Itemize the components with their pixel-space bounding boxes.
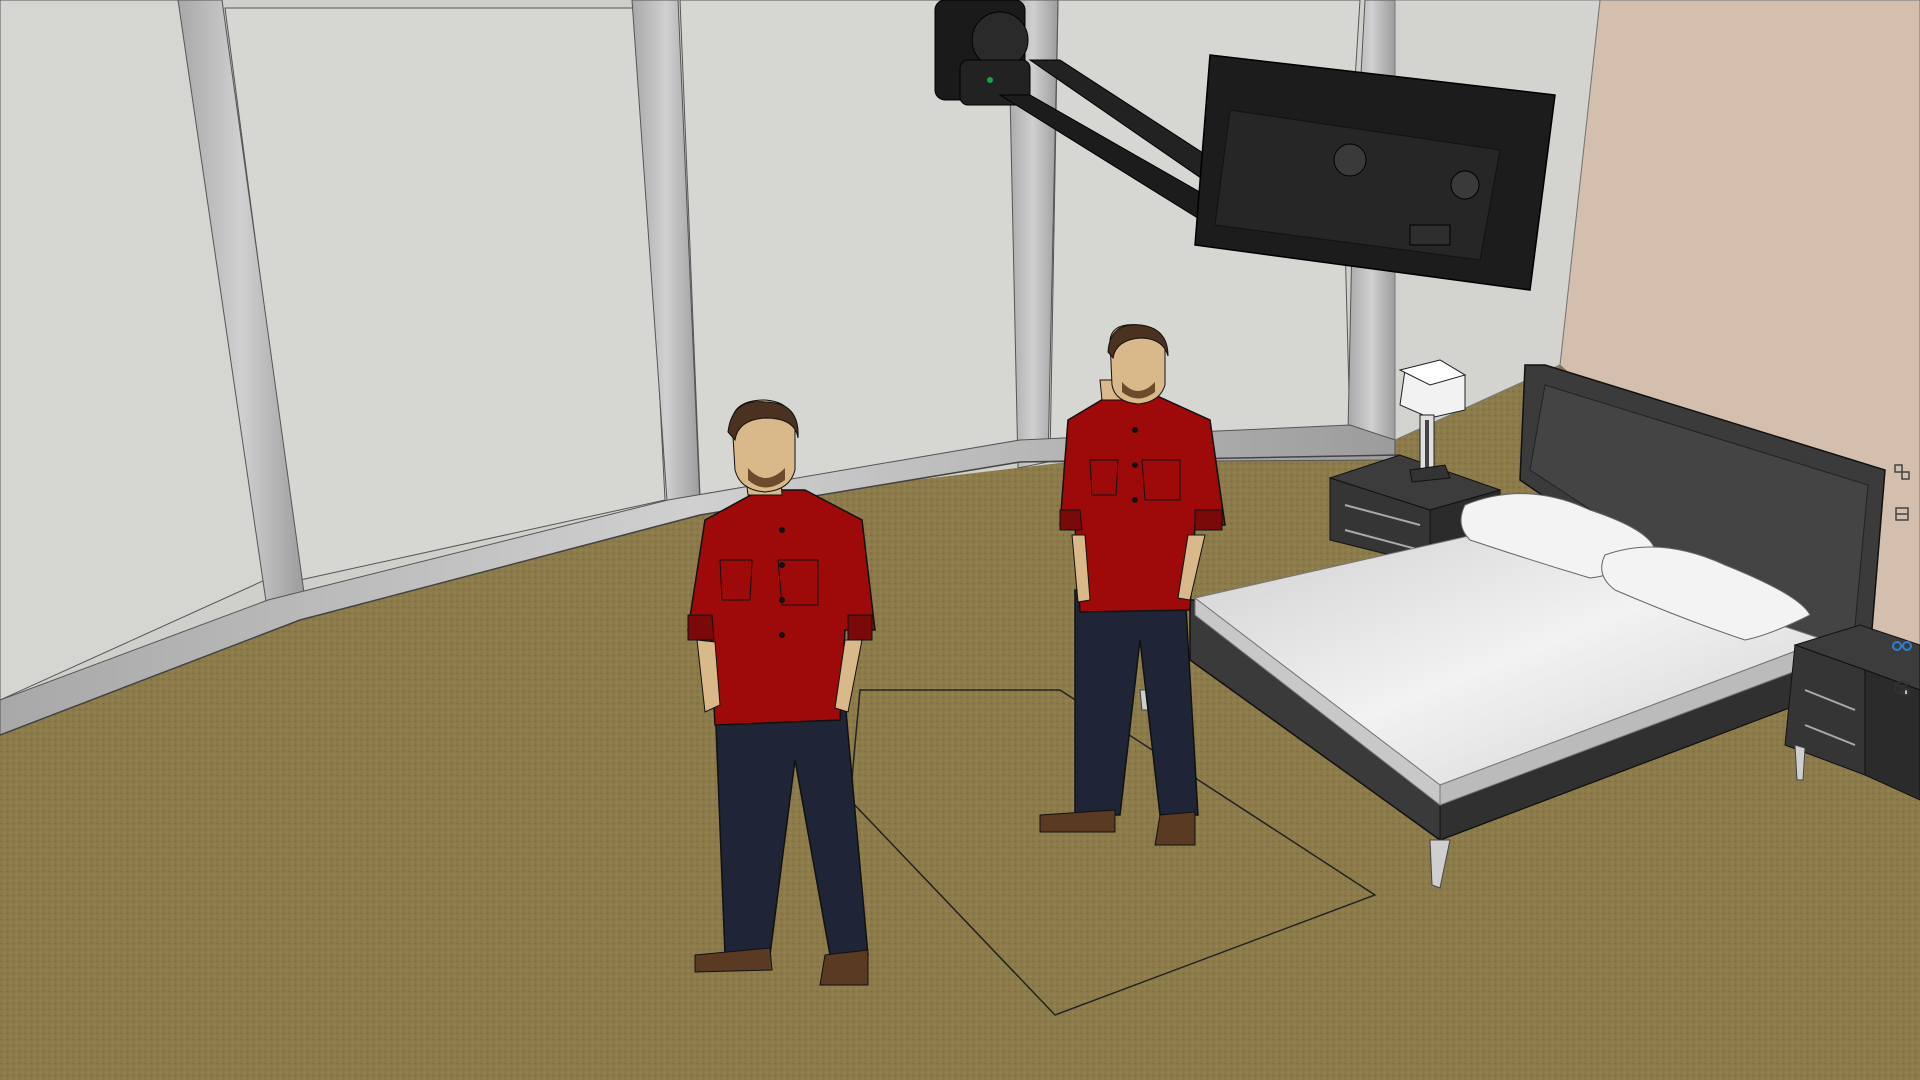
entity-info-button[interactable] — [1889, 676, 1915, 700]
window-pane — [224, 7, 666, 581]
styles-button[interactable] — [1889, 502, 1915, 526]
components-icon — [1894, 464, 1910, 480]
glasses-icon — [1892, 641, 1912, 651]
view-glasses-button[interactable] — [1889, 634, 1915, 658]
3d-scene[interactable] — [0, 0, 1920, 1080]
entity-info-icon — [1893, 680, 1911, 696]
styles-icon — [1895, 507, 1909, 521]
components-button[interactable] — [1889, 460, 1915, 484]
tray-icons-panel — [1884, 456, 1920, 700]
sketchup-viewport[interactable] — [0, 0, 1920, 1080]
